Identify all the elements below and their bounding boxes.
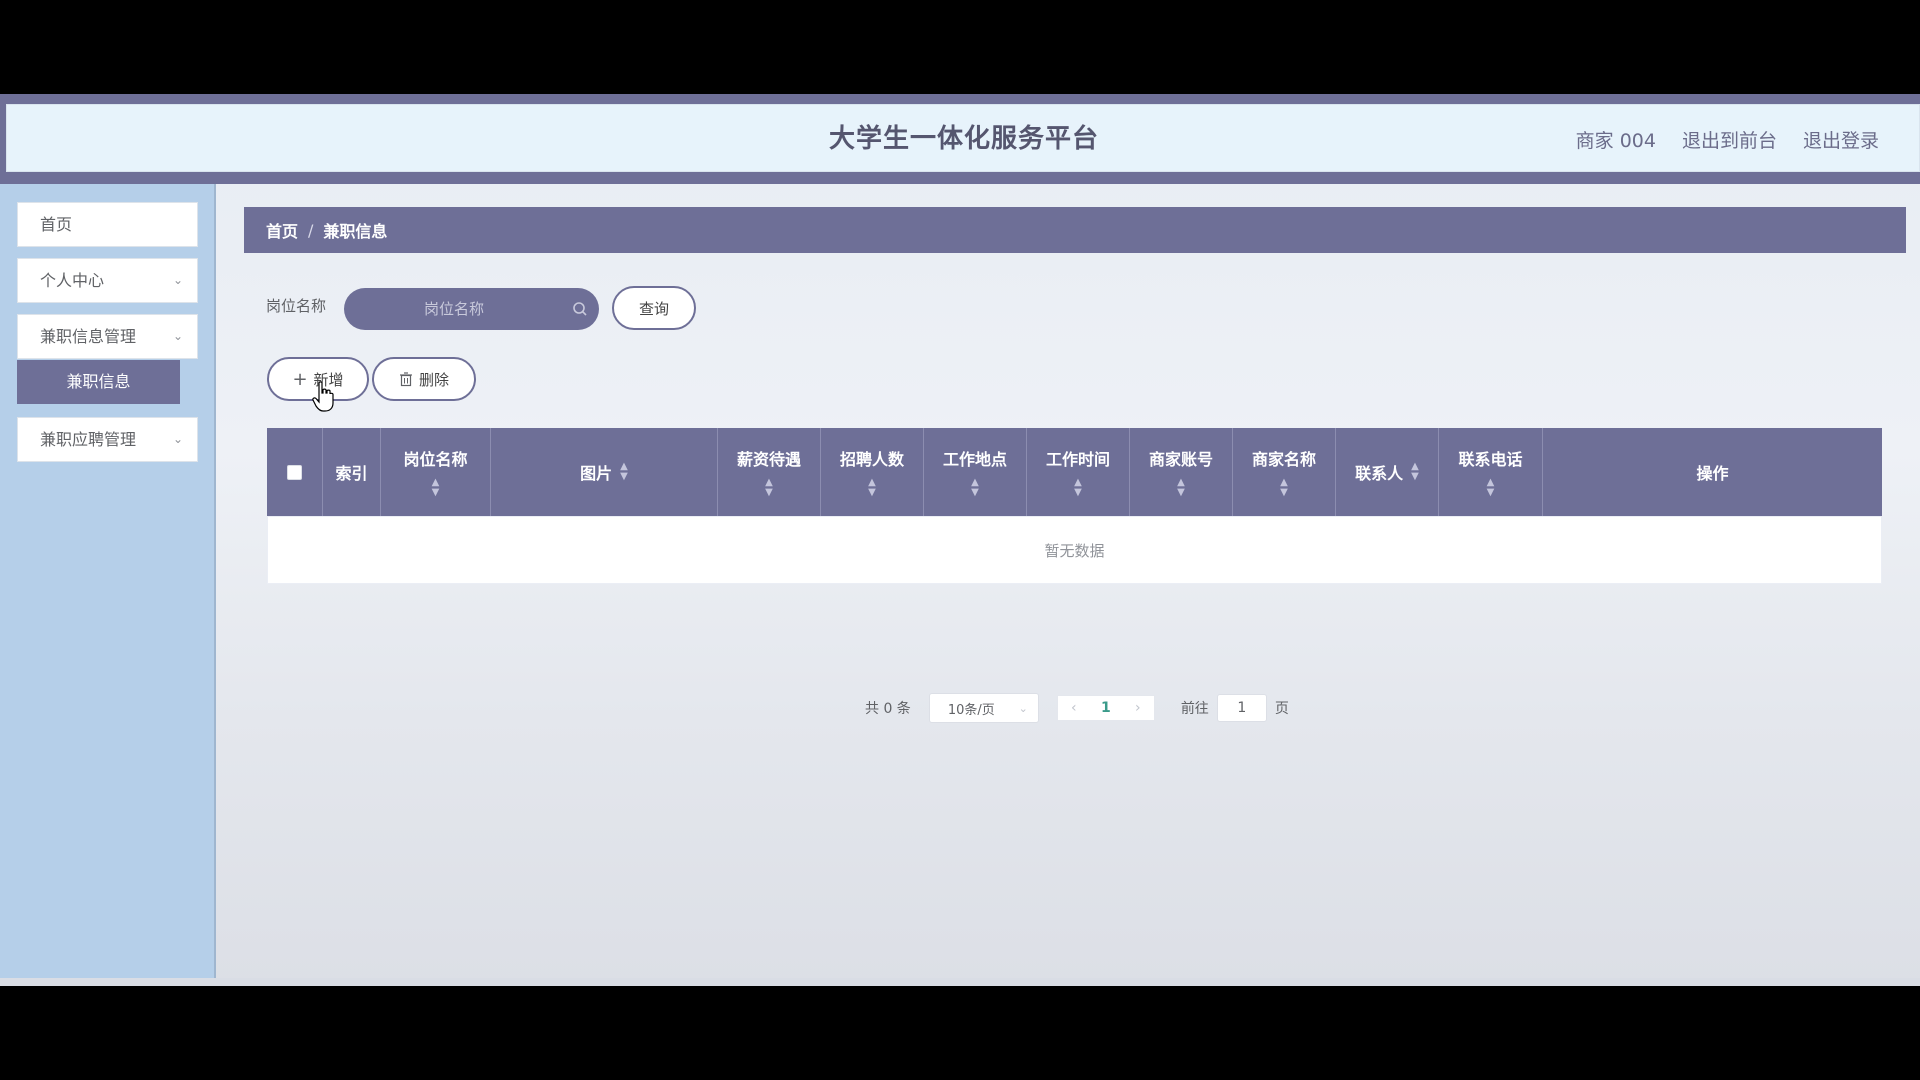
top-header: 大学生一体化服务平台 商家 004 退出到前台 退出登录 <box>6 104 1920 172</box>
sidebar-subitem-job-info[interactable]: 兼职信息 <box>17 360 180 404</box>
sidebar-item-label: 首页 <box>40 215 73 234</box>
logout-link[interactable]: 退出登录 <box>1803 126 1879 153</box>
empty-text: 暂无数据 <box>1044 541 1105 560</box>
column-header-label: 联系电话 <box>1458 450 1523 469</box>
breadcrumb: 首页 / 兼职信息 <box>244 207 1906 253</box>
chevron-down-icon: ⌄ <box>172 273 183 287</box>
sort-icon[interactable]: ▲ ▼ <box>1280 478 1288 498</box>
column-header-merchant-account[interactable]: 商家账号 ▲ ▼ <box>1130 428 1233 516</box>
chevron-down-icon: ⌄ <box>172 329 183 343</box>
prev-page-icon[interactable]: ‹ <box>1058 700 1090 716</box>
column-header-work-time[interactable]: 工作时间 ▲ ▼ <box>1027 428 1130 516</box>
sort-icon[interactable]: ▲ ▼ <box>1487 478 1495 498</box>
bottom-scrollbar[interactable] <box>0 978 1920 986</box>
sidebar-item-home[interactable]: 首页 <box>17 202 198 247</box>
pager: ‹ 1 › <box>1056 695 1155 721</box>
column-header-label: 岗位名称 <box>403 450 468 469</box>
column-header-merchant-name[interactable]: 商家名称 ▲ ▼ <box>1233 428 1336 516</box>
sort-icon[interactable]: ▲ ▼ <box>1074 478 1082 498</box>
total-count: 共 0 条 <box>865 701 911 717</box>
breadcrumb-home[interactable]: 首页 <box>266 218 298 242</box>
column-header-label: 招聘人数 <box>839 450 904 469</box>
table-header: 索引 岗位名称 ▲ ▼ 图片 ▲ ▼ 薪资待遇 ▲ ▼ 招聘人数 ▲ ▼ 工作地点 ▲ ▼ <box>267 428 1882 516</box>
mouse-pointer-icon <box>312 381 334 412</box>
sidebar-item-personal-center[interactable]: 个人中心 ⌄ <box>17 258 198 303</box>
plus-icon: + <box>292 368 308 390</box>
trash-icon <box>399 371 412 386</box>
letterbox-top <box>0 0 1920 94</box>
column-header-salary[interactable]: 薪资待遇 ▲ ▼ <box>718 428 821 516</box>
table-empty-row: 暂无数据 <box>267 516 1882 584</box>
sort-icon[interactable]: ▲ ▼ <box>868 478 876 498</box>
select-all-checkbox[interactable] <box>287 464 302 480</box>
column-header-label: 商家账号 <box>1148 450 1213 469</box>
delete-button-label: 删除 <box>418 370 449 389</box>
goto-page-input[interactable] <box>1216 694 1267 722</box>
sort-icon[interactable]: ▲ ▼ <box>620 462 628 482</box>
back-to-front-link[interactable]: 退出到前台 <box>1682 126 1777 153</box>
column-header-label: 商家名称 <box>1251 450 1316 469</box>
column-header-headcount[interactable]: 招聘人数 ▲ ▼ <box>821 428 924 516</box>
page-unit-label: 页 <box>1274 701 1289 717</box>
sort-icon[interactable]: ▲ ▼ <box>765 478 773 498</box>
sort-icon[interactable]: ▲ ▼ <box>432 478 440 498</box>
column-header-label: 薪资待遇 <box>736 450 801 469</box>
sidebar-item-label: 兼职信息管理 <box>40 327 137 346</box>
page-size-select[interactable]: 10条/页 ⌄ <box>928 693 1039 723</box>
current-user-label: 商家 004 <box>1575 129 1656 152</box>
breadcrumb-separator: / <box>308 220 314 240</box>
column-header-location[interactable]: 工作地点 ▲ ▼ <box>924 428 1027 516</box>
breadcrumb-current: 兼职信息 <box>323 222 388 241</box>
column-header-label: 操作 <box>1696 464 1729 483</box>
sort-icon[interactable]: ▲ ▼ <box>971 478 979 498</box>
column-header-label: 图片 <box>580 464 613 483</box>
sidebar: 首页 个人中心 ⌄ 兼职信息管理 ⌄ 兼职信息 兼职应聘管理 ⌄ <box>0 184 216 986</box>
search-label: 岗位名称 <box>266 297 327 315</box>
page-size-value: 10条/页 <box>947 702 995 718</box>
query-button[interactable]: 查询 <box>612 286 696 330</box>
select-all-header <box>267 428 323 516</box>
column-header-contact[interactable]: 联系人 ▲ ▼ <box>1336 428 1439 516</box>
search-icon[interactable] <box>572 301 588 317</box>
next-page-icon[interactable]: › <box>1122 700 1154 716</box>
column-header-label: 工作时间 <box>1045 450 1110 469</box>
column-header-label: 工作地点 <box>942 450 1007 469</box>
sidebar-item-label: 兼职应聘管理 <box>40 430 137 449</box>
search-box <box>344 288 599 330</box>
column-header-label: 联系人 <box>1355 464 1404 483</box>
header-links: 商家 004 退出到前台 退出登录 <box>1576 105 1879 173</box>
chevron-down-icon: ⌄ <box>1018 701 1028 715</box>
column-header-index: 索引 <box>323 428 381 516</box>
sidebar-item-label: 兼职信息 <box>66 372 131 391</box>
letterbox-bottom <box>0 986 1920 1080</box>
page-number[interactable]: 1 <box>1090 700 1122 716</box>
sort-icon[interactable]: ▲ ▼ <box>1177 478 1185 498</box>
goto-label: 前往 <box>1180 701 1209 717</box>
column-header-phone[interactable]: 联系电话 ▲ ▼ <box>1439 428 1543 516</box>
sidebar-item-job-info-management[interactable]: 兼职信息管理 ⌄ <box>17 314 198 359</box>
sidebar-item-label: 个人中心 <box>40 271 105 290</box>
sort-icon[interactable]: ▲ ▼ <box>1411 462 1419 482</box>
job-info-table: 索引 岗位名称 ▲ ▼ 图片 ▲ ▼ 薪资待遇 ▲ ▼ 招聘人数 ▲ ▼ 工作地点 ▲ ▼ <box>267 428 1882 584</box>
column-header-label: 索引 <box>335 464 368 483</box>
app-screen: 大学生一体化服务平台 商家 004 退出到前台 退出登录 首页 个人中心 ⌄ 兼… <box>0 94 1920 986</box>
column-header-job-name[interactable]: 岗位名称 ▲ ▼ <box>381 428 491 516</box>
pagination: 共 0 条 10条/页 ⌄ ‹ 1 › 前往 页 <box>865 692 1289 724</box>
column-header-image[interactable]: 图片 ▲ ▼ <box>491 428 718 516</box>
search-input[interactable] <box>344 288 564 330</box>
column-header-actions: 操作 <box>1543 428 1882 516</box>
chevron-down-icon: ⌄ <box>172 432 183 446</box>
sidebar-item-application-management[interactable]: 兼职应聘管理 ⌄ <box>17 417 198 462</box>
delete-button[interactable]: 删除 <box>372 357 476 401</box>
